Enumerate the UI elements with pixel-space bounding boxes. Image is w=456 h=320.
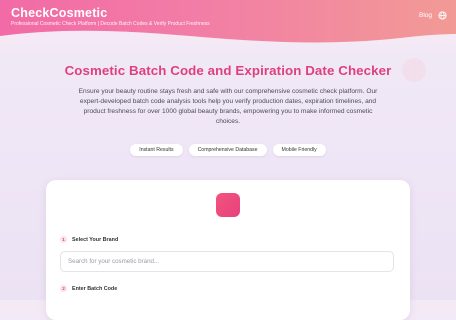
brand-search-input[interactable] — [60, 251, 394, 272]
step-label: Select Your Brand — [72, 236, 119, 243]
feature-badges: Instant Results Comprehensive Database M… — [0, 144, 456, 156]
feature-badge-instant-results: Instant Results — [130, 144, 183, 156]
blog-link[interactable]: Blog — [419, 12, 432, 19]
site-tagline: Professional Cosmetic Check Platform | D… — [11, 21, 210, 27]
checker-card: 1 Select Your Brand 2 Enter Batch Code — [46, 180, 410, 320]
checker-icon — [216, 193, 240, 217]
step-number: 1 — [60, 236, 67, 243]
page-title: Cosmetic Batch Code and Expiration Date … — [64, 63, 392, 78]
site-header: CheckCosmetic Professional Cosmetic Chec… — [0, 0, 456, 44]
feature-badge-mobile-friendly: Mobile Friendly — [272, 144, 326, 156]
step-label: Enter Batch Code — [72, 285, 118, 292]
hero-description: Ensure your beauty routine stays fresh a… — [78, 88, 378, 125]
feature-badge-comprehensive-database: Comprehensive Database — [188, 144, 267, 156]
step-select-brand: 1 Select Your Brand — [60, 236, 118, 243]
step-enter-batch-code: 2 Enter Batch Code — [60, 285, 117, 292]
step-number: 2 — [60, 285, 67, 292]
header-wave — [0, 30, 456, 44]
site-logo[interactable]: CheckCosmetic — [11, 6, 107, 20]
globe-icon[interactable] — [438, 11, 447, 20]
